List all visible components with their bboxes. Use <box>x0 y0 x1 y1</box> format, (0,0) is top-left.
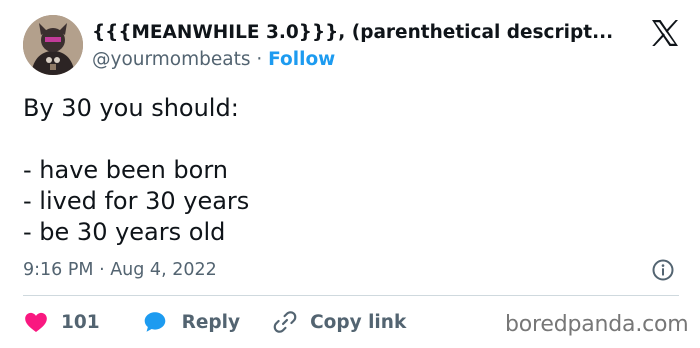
separator-dot: · <box>256 49 263 70</box>
action-bar: 101 Reply Copy link <box>23 308 406 336</box>
reply-button[interactable]: Reply <box>142 309 240 335</box>
tweet-line: - lived for 30 years <box>23 187 250 215</box>
heart-icon <box>25 312 47 332</box>
speech-bubble-icon <box>144 312 165 332</box>
divider <box>23 295 679 296</box>
tweet-line: - be 30 years old <box>23 218 226 246</box>
tweet-timestamp[interactable]: 9:16 PM · Aug 4, 2022 <box>23 257 217 283</box>
info-icon[interactable] <box>651 258 675 282</box>
avatar[interactable] <box>23 15 83 75</box>
tweet-line <box>23 124 673 155</box>
reply-label: Reply <box>181 311 241 333</box>
tweet-line: By 30 you should: <box>23 94 239 122</box>
profile-avatar-image <box>23 15 83 75</box>
tweet-text: By 30 you should: - have been born - liv… <box>23 93 673 248</box>
copy-link-button[interactable]: Copy link <box>272 309 406 335</box>
tweet-line: - have been born <box>23 156 228 184</box>
copy-link-label: Copy link <box>310 311 407 333</box>
author-handle[interactable]: @yourmombeats <box>92 49 251 70</box>
like-button[interactable]: 101 <box>23 309 100 335</box>
author-meta: @yourmombeats · Follow <box>92 47 335 73</box>
follow-button[interactable]: Follow <box>268 49 335 70</box>
like-count: 101 <box>61 311 100 333</box>
x-logo-icon[interactable] <box>650 18 680 48</box>
link-icon <box>273 311 297 333</box>
watermark: boredpanda.com <box>505 312 689 337</box>
author-display-name[interactable]: {{{MEANWHILE 3.0}}}, (parenthetical desc… <box>92 20 632 46</box>
